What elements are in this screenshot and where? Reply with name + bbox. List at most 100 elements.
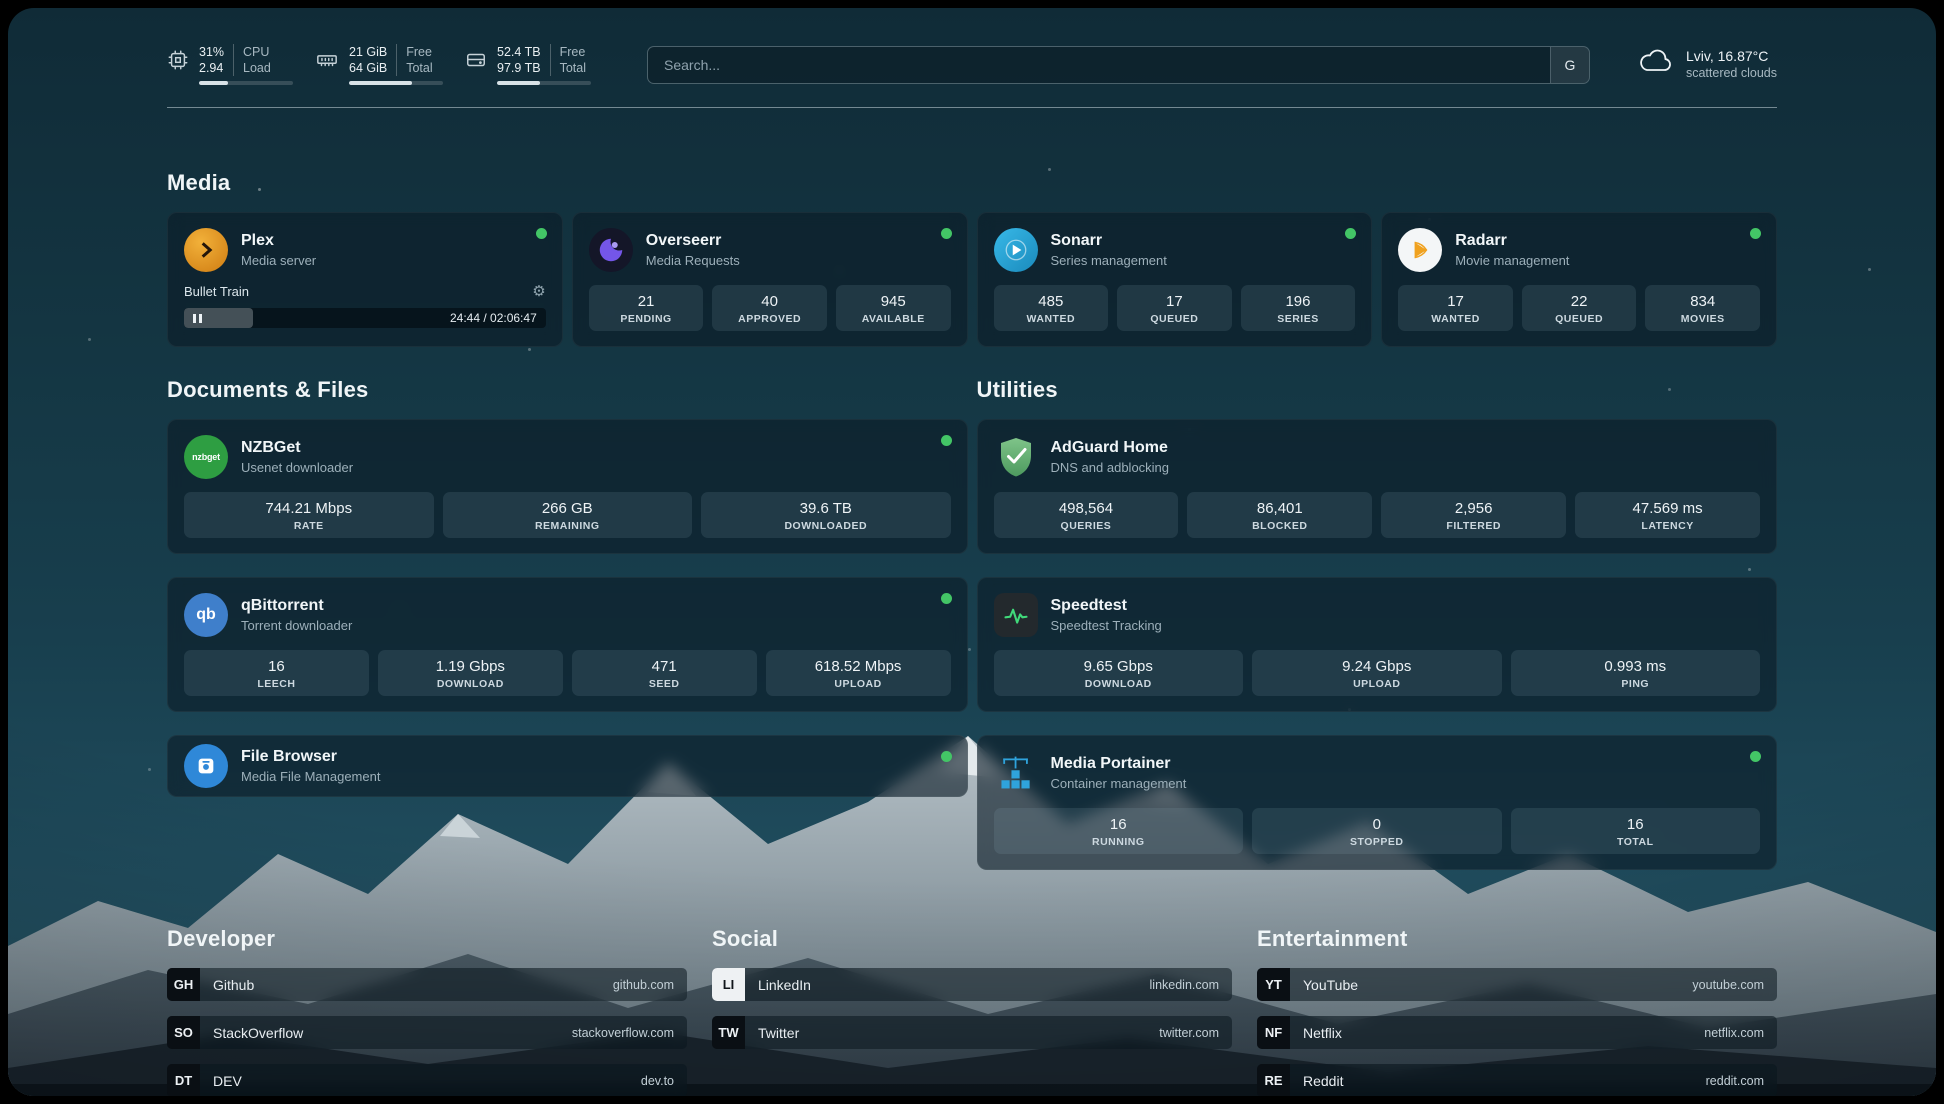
stat: 744.21 Mbps RATE: [184, 492, 434, 538]
stat-value: 618.52 Mbps: [770, 657, 947, 676]
status-dot: [941, 228, 952, 239]
section-utilities: Utilities AdGuard Home DNS and adblockin…: [977, 377, 1778, 870]
app-card-plex[interactable]: Plex Media server Bullet Train ⚙: [167, 212, 563, 347]
cpu-load: 2.94: [199, 60, 224, 76]
bookmark-domain: netflix.com: [1704, 1026, 1764, 1040]
search-input[interactable]: [648, 57, 1550, 73]
stat: 2,956 FILTERED: [1381, 492, 1566, 538]
app-card-radarr[interactable]: Radarr Movie management 17 WANTED 22 QUE…: [1381, 212, 1777, 347]
bookmark-domain: dev.to: [641, 1074, 674, 1088]
stat-value: 40: [716, 292, 823, 311]
bookmark-linkedin[interactable]: LI LinkedIn linkedin.com: [712, 968, 1232, 1001]
app-card-sonarr[interactable]: Sonarr Series management 485 WANTED 17 Q…: [977, 212, 1373, 347]
adguard-icon: [994, 435, 1038, 479]
app-subtitle: Series management: [1051, 252, 1167, 269]
stat: 0.993 ms PING: [1511, 650, 1761, 696]
pause-icon[interactable]: [193, 314, 202, 323]
filebrowser-icon: [184, 744, 228, 788]
overseerr-icon: [589, 228, 633, 272]
cpu-percent: 31%: [199, 44, 224, 60]
bookmark-name: LinkedIn: [758, 977, 811, 993]
stat-label: RATE: [188, 520, 430, 532]
stat-value: 2,956: [1385, 499, 1562, 518]
sonarr-icon: [994, 228, 1038, 272]
app-card-filebrowser[interactable]: File Browser Media File Management: [167, 735, 968, 797]
app-card-speedtest[interactable]: Speedtest Speedtest Tracking 9.65 Gbps D…: [977, 577, 1778, 712]
bookmark-group-developer: Developer GH Github github.com SO StackO…: [167, 926, 687, 1096]
stat-label: FILTERED: [1385, 520, 1562, 532]
ram-free: 21 GiB: [349, 44, 387, 60]
app-name: qBittorrent: [241, 596, 352, 616]
now-playing-title: Bullet Train: [184, 284, 249, 299]
stat-value: 196: [1245, 292, 1352, 311]
bookmark-github[interactable]: GH Github github.com: [167, 968, 687, 1001]
bookmark-twitter[interactable]: TW Twitter twitter.com: [712, 1016, 1232, 1049]
app-name: Overseerr: [646, 231, 740, 251]
stat-value: 945: [840, 292, 947, 311]
bookmark-netflix[interactable]: NF Netflix netflix.com: [1257, 1016, 1777, 1049]
playback-progress-bar[interactable]: 24:44 / 02:06:47: [184, 308, 546, 328]
stat-label: APPROVED: [716, 313, 823, 325]
stat: 47.569 ms LATENCY: [1575, 492, 1760, 538]
cpu-label-top: CPU: [243, 44, 271, 60]
cpu-widget: 31% 2.94 CPU Load: [167, 44, 293, 85]
gear-icon[interactable]: ⚙: [532, 282, 545, 300]
search-engine-button[interactable]: G: [1550, 47, 1589, 83]
stat-label: RUNNING: [998, 836, 1240, 848]
stat: 618.52 Mbps UPLOAD: [766, 650, 951, 696]
reddit-icon: RE: [1257, 1064, 1290, 1096]
weather-widget: Lviv, 16.87°C scattered clouds: [1638, 46, 1777, 81]
app-subtitle: Media File Management: [241, 768, 380, 785]
app-card-portainer[interactable]: Media Portainer Container management 16 …: [977, 735, 1778, 870]
bookmark-stackoverflow[interactable]: SO StackOverflow stackoverflow.com: [167, 1016, 687, 1049]
linkedin-icon: LI: [712, 968, 745, 1001]
stat-label: BLOCKED: [1191, 520, 1368, 532]
status-dot: [536, 228, 547, 239]
app-name: NZBGet: [241, 438, 353, 458]
stat-label: UPLOAD: [770, 678, 947, 690]
stat: 485 WANTED: [994, 285, 1109, 331]
disk-usage-bar: [497, 81, 591, 85]
status-dot: [941, 751, 952, 762]
now-playing-widget: Bullet Train ⚙ 24:44 / 02:06:47: [184, 282, 546, 328]
app-subtitle: Speedtest Tracking: [1051, 617, 1162, 634]
portainer-icon: [994, 751, 1038, 795]
disk-free: 52.4 TB: [497, 44, 541, 60]
bookmark-group-social: Social LI LinkedIn linkedin.com TW Twitt…: [712, 926, 1232, 1096]
stat-label: DOWNLOADED: [705, 520, 947, 532]
bookmark-youtube[interactable]: YT YouTube youtube.com: [1257, 968, 1777, 1001]
bookmark-name: YouTube: [1303, 977, 1358, 993]
bookmark-dev[interactable]: DT DEV dev.to: [167, 1064, 687, 1096]
bookmark-reddit[interactable]: RE Reddit reddit.com: [1257, 1064, 1777, 1096]
stat: 9.65 Gbps DOWNLOAD: [994, 650, 1244, 696]
cpu-icon: [167, 49, 189, 76]
stat-label: PENDING: [593, 313, 700, 325]
stat-value: 266 GB: [447, 499, 689, 518]
stat-label: STOPPED: [1256, 836, 1498, 848]
app-name: Radarr: [1455, 231, 1569, 251]
cloud-icon: [1638, 46, 1674, 81]
bookmark-name: Netflix: [1303, 1025, 1342, 1041]
radarr-icon: [1398, 228, 1442, 272]
stackoverflow-icon: SO: [167, 1016, 200, 1049]
stat-value: 9.65 Gbps: [998, 657, 1240, 676]
app-card-qbittorrent[interactable]: qb qBittorrent Torrent downloader 16: [167, 577, 968, 712]
stat-value: 498,564: [998, 499, 1175, 518]
stat-label: DOWNLOAD: [382, 678, 559, 690]
disk-widget: 52.4 TB 97.9 TB Free Total: [465, 44, 591, 85]
header-divider: [167, 107, 1777, 108]
status-dot: [1750, 228, 1761, 239]
stat-value: 744.21 Mbps: [188, 499, 430, 518]
app-card-nzbget[interactable]: nzbget NZBGet Usenet downloader 744.21 M…: [167, 419, 968, 554]
stat: 40 APPROVED: [712, 285, 827, 331]
stat-label: WANTED: [998, 313, 1105, 325]
app-card-overseerr[interactable]: Overseerr Media Requests 21 PENDING 40 A…: [572, 212, 968, 347]
playback-time: 24:44 / 02:06:47: [450, 311, 537, 325]
ram-widget: 21 GiB 64 GiB Free Total: [315, 44, 443, 85]
disk-label-bottom: Total: [560, 60, 586, 76]
section-title-entertainment: Entertainment: [1257, 926, 1777, 952]
bookmark-domain: linkedin.com: [1150, 978, 1219, 992]
app-card-adguard[interactable]: AdGuard Home DNS and adblocking 498,564 …: [977, 419, 1778, 554]
stat: 498,564 QUERIES: [994, 492, 1179, 538]
stat-value: 17: [1121, 292, 1228, 311]
